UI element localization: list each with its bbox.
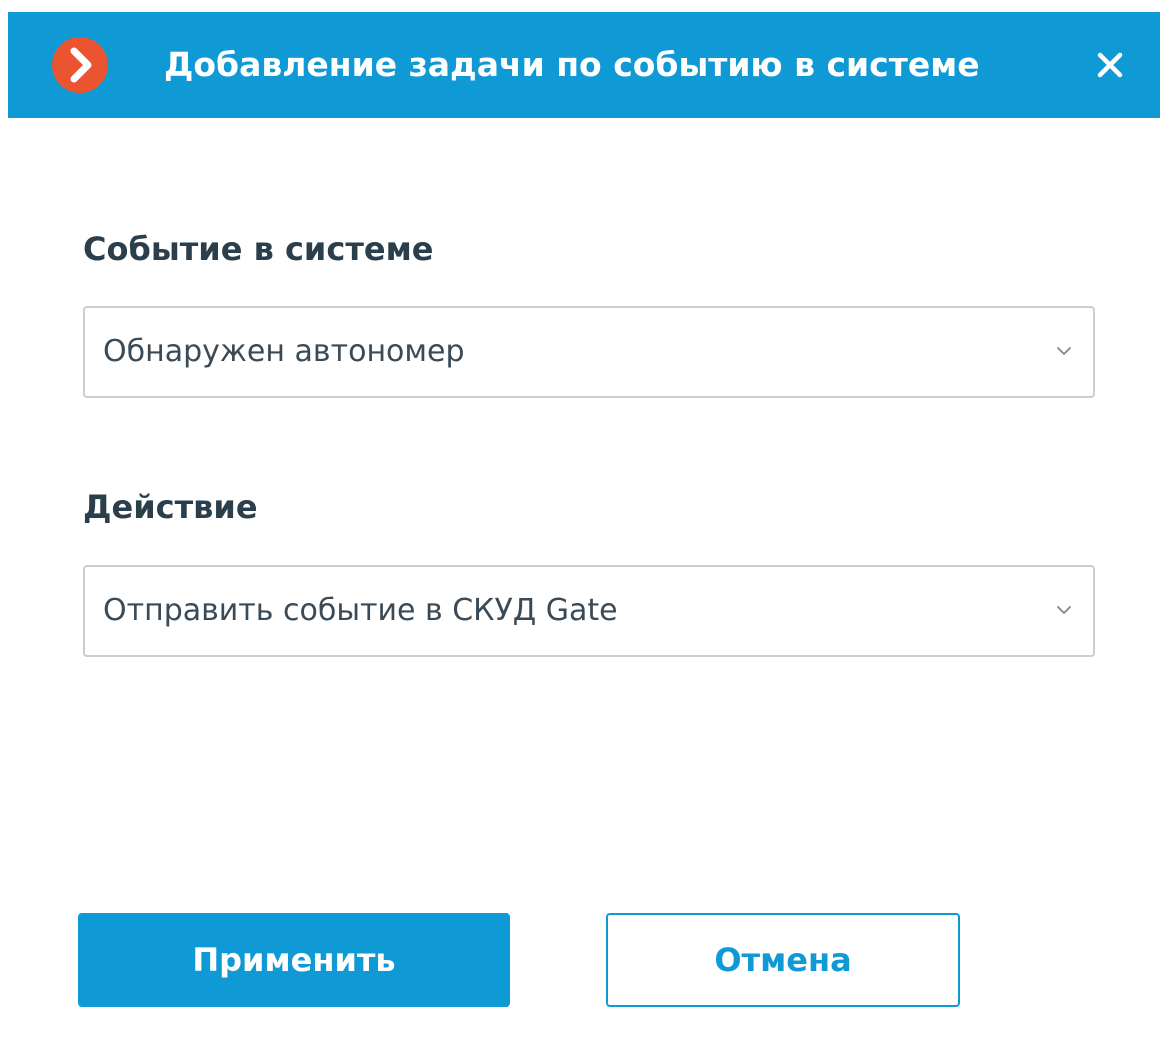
app-logo-icon	[52, 37, 108, 93]
action-select[interactable]: Отправить событие в СКУД Gate	[83, 565, 1095, 657]
event-select-value: Обнаружен автономер	[103, 334, 465, 369]
event-label: Событие в системе	[83, 230, 434, 268]
close-button[interactable]	[1090, 45, 1130, 85]
chevron-down-icon	[1055, 344, 1073, 358]
chevron-down-icon	[1055, 603, 1073, 617]
add-event-task-dialog: Добавление задачи по событию в системе С…	[0, 0, 1168, 1052]
cancel-button[interactable]: Отмена	[606, 913, 960, 1007]
apply-button[interactable]: Применить	[78, 913, 510, 1007]
dialog-title: Добавление задачи по событию в системе	[164, 45, 980, 84]
event-select[interactable]: Обнаружен автономер	[83, 306, 1095, 398]
close-icon	[1097, 52, 1123, 78]
dialog-titlebar: Добавление задачи по событию в системе	[8, 12, 1160, 118]
action-label: Действие	[83, 488, 258, 526]
action-select-value: Отправить событие в СКУД Gate	[103, 593, 618, 628]
